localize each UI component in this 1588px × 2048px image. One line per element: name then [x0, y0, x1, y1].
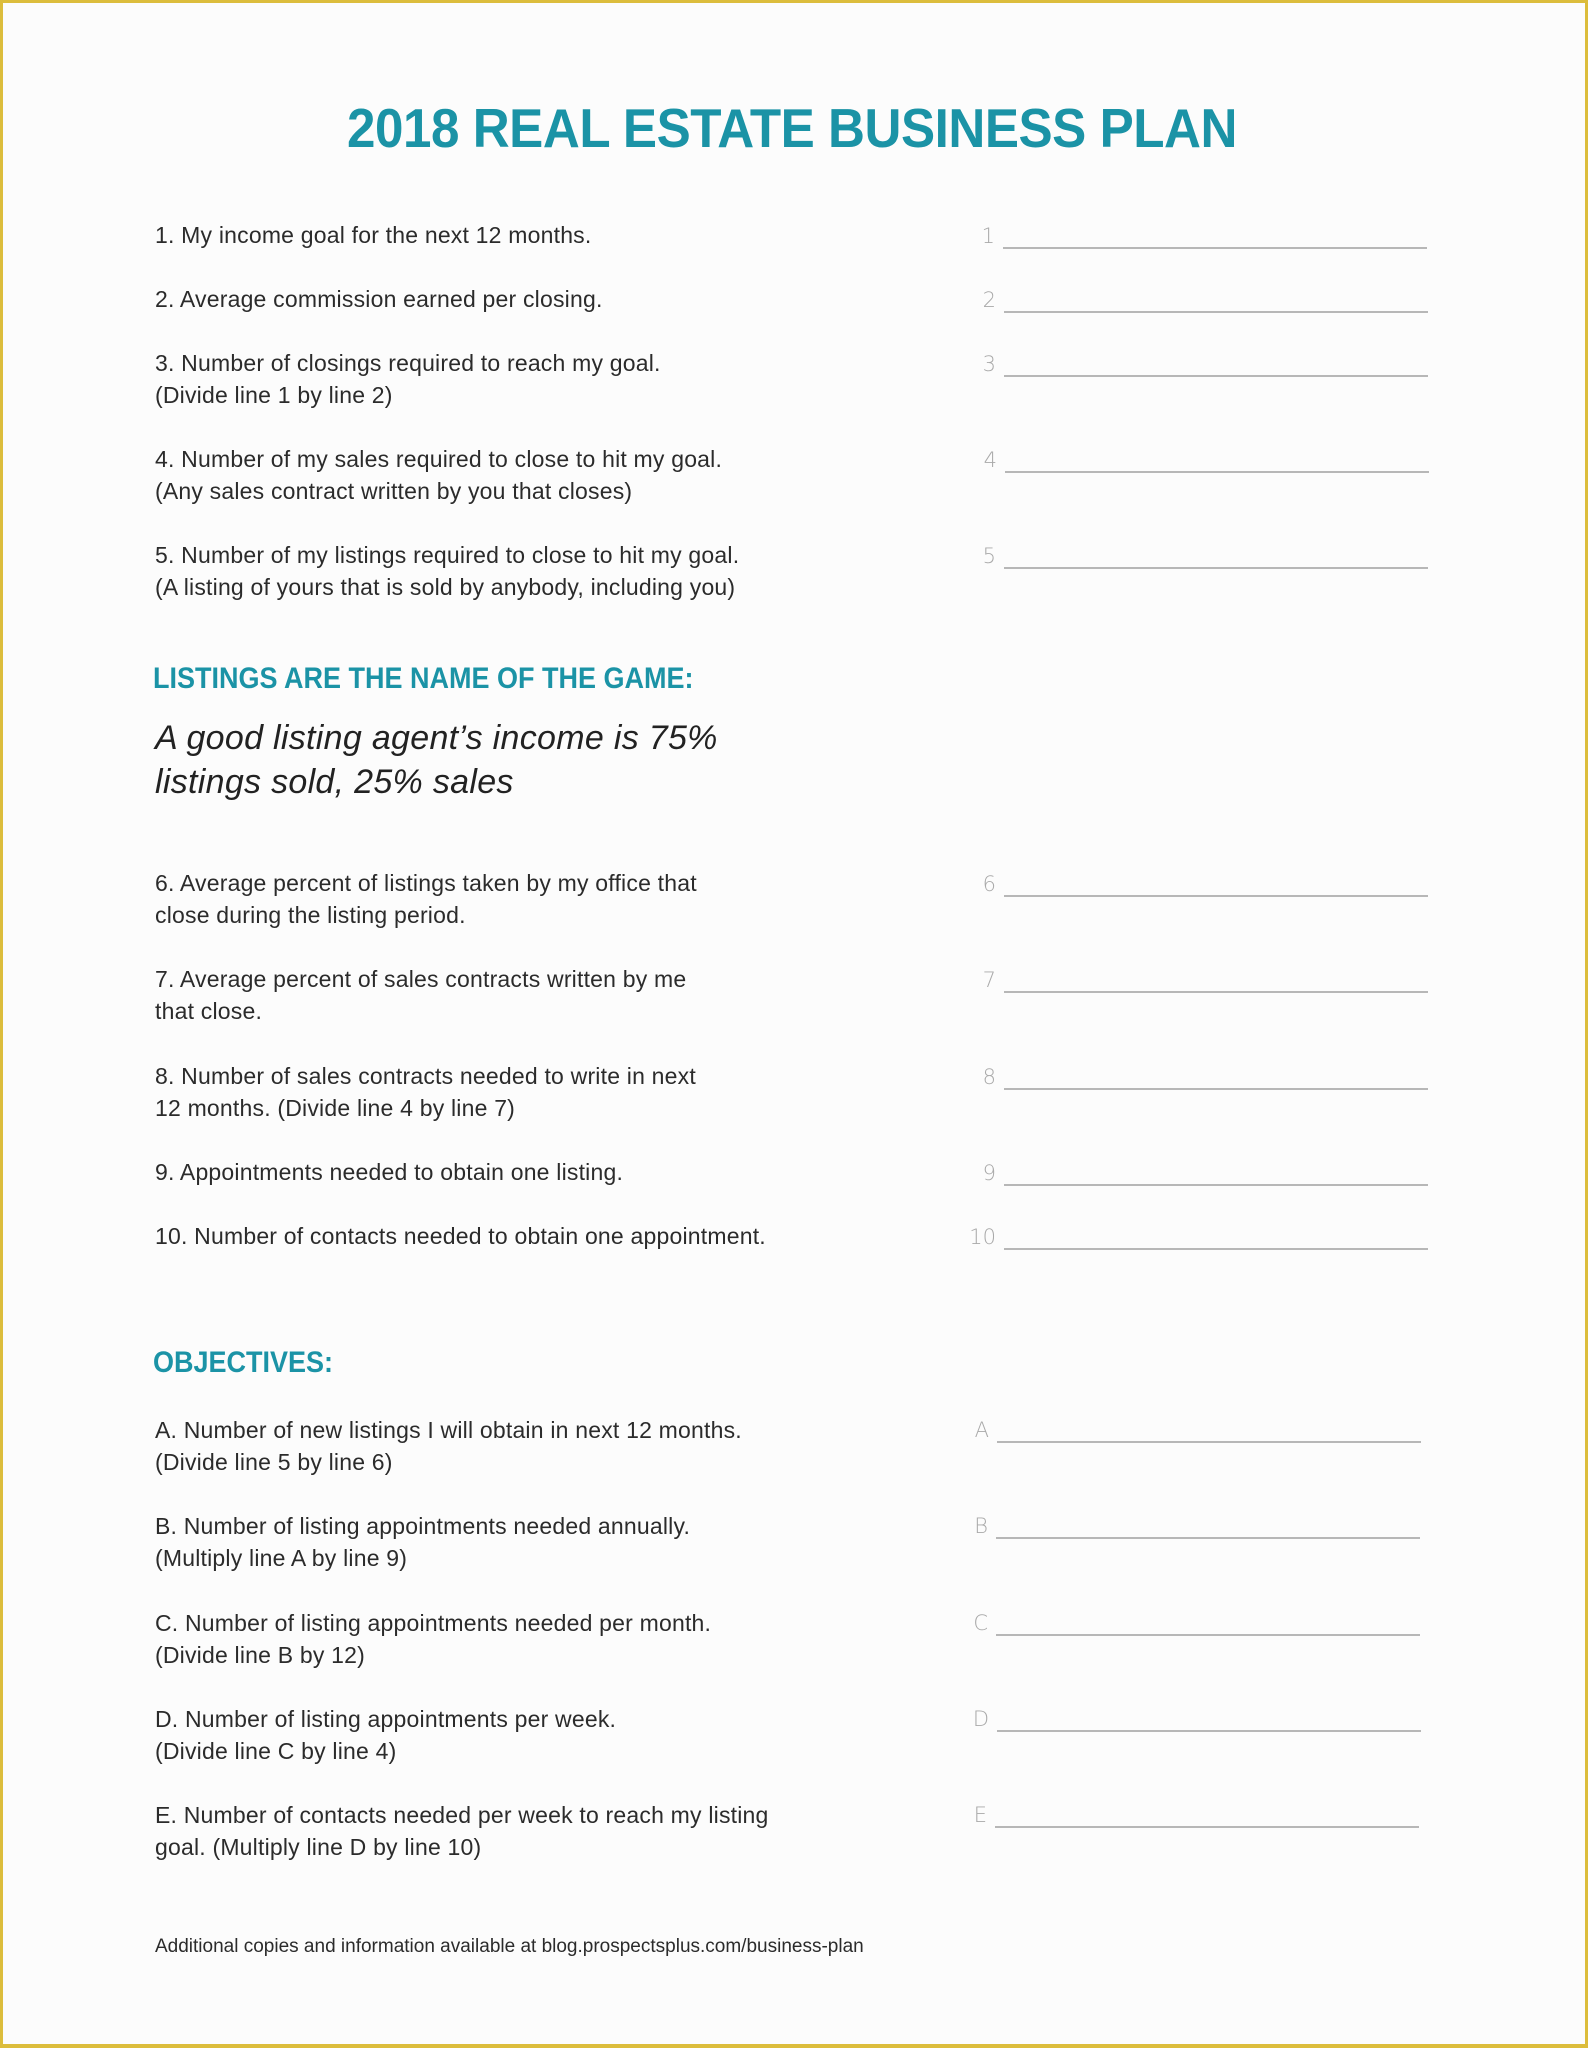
footer-note: Additional copies and information availa…: [155, 1936, 864, 1957]
question-text: 9. Appointments needed to obtain one lis…: [155, 1159, 624, 1185]
answer-row-9: 9: [966, 1150, 1428, 1186]
answer-field-d[interactable]: [997, 1730, 1421, 1732]
answer-field-7[interactable]: [1004, 991, 1428, 993]
question-text: 5. Number of my listings required to clo…: [155, 542, 740, 568]
listing-quote: A good listing agent’s income is 75% lis…: [155, 716, 718, 804]
objective-instruction: (Divide line 5 by line 6): [155, 1449, 393, 1475]
answer-label: 10: [969, 1225, 996, 1249]
answer-field-10[interactable]: [1004, 1248, 1428, 1250]
answer-field-1[interactable]: [1003, 247, 1427, 249]
page-title: 2018 REAL ESTATE BUSINESS PLAN: [347, 97, 1237, 159]
question-10: 10. Number of contacts needed to obtain …: [155, 1220, 935, 1252]
answer-row-1: 1: [965, 213, 1427, 249]
answer-label: 6: [982, 872, 996, 896]
objective-instruction: goal. (Multiply line D by line 10): [155, 1834, 482, 1860]
question-text: 2. Average commission earned per closing…: [155, 286, 603, 312]
question-instruction: (A listing of yours that is sold by anyb…: [155, 574, 736, 600]
question-2: 2. Average commission earned per closing…: [155, 283, 935, 315]
quote-line: listings sold, 25% sales: [155, 763, 514, 801]
answer-field-4[interactable]: [1005, 471, 1429, 473]
answer-row-3: 3: [966, 341, 1428, 377]
answer-row-e: E: [957, 1792, 1419, 1828]
answer-row-6: 6: [966, 861, 1428, 897]
answer-row-a: A: [959, 1407, 1421, 1443]
answer-label: C: [973, 1611, 988, 1635]
answer-label: B: [974, 1514, 988, 1538]
objective-text: D. Number of listing appointments per we…: [155, 1706, 617, 1732]
answer-row-7: 7: [966, 957, 1428, 993]
answer-field-c[interactable]: [996, 1634, 1420, 1636]
answer-row-5: 5: [966, 533, 1428, 569]
answer-label: 3: [982, 352, 996, 376]
answer-label: 8: [982, 1065, 996, 1089]
question-4: 4. Number of my sales required to close …: [155, 443, 935, 507]
question-text: 1. My income goal for the next 12 months…: [155, 222, 592, 248]
question-text: 6. Average percent of listings taken by …: [155, 870, 697, 896]
answer-row-b: B: [958, 1503, 1420, 1539]
question-5: 5. Number of my listings required to clo…: [155, 539, 935, 603]
answer-field-a[interactable]: [997, 1441, 1421, 1443]
answer-row-c: C: [958, 1600, 1420, 1636]
objective-instruction: (Divide line B by 12): [155, 1642, 366, 1668]
answer-field-5[interactable]: [1004, 567, 1428, 569]
answer-field-b[interactable]: [996, 1537, 1420, 1539]
objective-a: A. Number of new listings I will obtain …: [155, 1414, 935, 1478]
answer-field-8[interactable]: [1004, 1088, 1428, 1090]
answer-field-2[interactable]: [1004, 311, 1428, 313]
objective-e: E. Number of contacts needed per week to…: [155, 1799, 935, 1863]
question-text: 3. Number of closings required to reach …: [155, 350, 661, 376]
question-text: 8. Number of sales contracts needed to w…: [155, 1063, 696, 1089]
answer-field-6[interactable]: [1004, 895, 1428, 897]
question-instruction: 12 months. (Divide line 4 by line 7): [155, 1095, 516, 1121]
answer-label: 7: [982, 968, 996, 992]
objective-text: C. Number of listing appointments needed…: [155, 1610, 712, 1636]
answer-label: 9: [982, 1161, 996, 1185]
objective-d: D. Number of listing appointments per we…: [155, 1703, 935, 1767]
objective-b: B. Number of listing appointments needed…: [155, 1510, 935, 1574]
answer-label: D: [972, 1707, 989, 1731]
objective-instruction: (Divide line C by line 4): [155, 1738, 397, 1764]
question-1: 1. My income goal for the next 12 months…: [155, 219, 935, 251]
answer-field-e[interactable]: [995, 1826, 1419, 1828]
quote-line: A good listing agent’s income is 75%: [155, 719, 718, 757]
question-8: 8. Number of sales contracts needed to w…: [155, 1060, 935, 1124]
answer-field-9[interactable]: [1004, 1184, 1428, 1186]
answer-row-8: 8: [966, 1054, 1428, 1090]
answer-label: E: [973, 1803, 987, 1827]
question-text: 7. Average percent of sales contracts wr…: [155, 966, 687, 992]
question-9: 9. Appointments needed to obtain one lis…: [155, 1156, 935, 1188]
objective-instruction: (Multiply line A by line 9): [155, 1545, 408, 1571]
answer-row-d: D: [959, 1696, 1421, 1732]
answer-label: 5: [982, 544, 996, 568]
question-6: 6. Average percent of listings taken by …: [155, 867, 935, 931]
answer-row-10: 10: [966, 1214, 1428, 1250]
objective-text: E. Number of contacts needed per week to…: [155, 1802, 769, 1828]
question-7: 7. Average percent of sales contracts wr…: [155, 963, 935, 1027]
page: 2018 REAL ESTATE BUSINESS PLAN 1. My inc…: [0, 0, 1588, 2048]
question-3: 3. Number of closings required to reach …: [155, 347, 935, 411]
answer-label: 2: [982, 288, 996, 312]
answer-label: 4: [983, 448, 997, 472]
question-instruction: (Divide line 1 by line 2): [155, 382, 393, 408]
question-text: 4. Number of my sales required to close …: [155, 446, 723, 472]
question-text-cont: close during the listing period.: [155, 902, 466, 928]
objective-c: C. Number of listing appointments needed…: [155, 1607, 935, 1671]
section-heading-listings: LISTINGS ARE THE NAME OF THE GAME:: [153, 662, 694, 695]
answer-field-3[interactable]: [1004, 375, 1428, 377]
answer-row-2: 2: [966, 277, 1428, 313]
answer-row-4: 4: [967, 437, 1429, 473]
question-text: 10. Number of contacts needed to obtain …: [155, 1223, 766, 1249]
question-instruction: (Any sales contract written by you that …: [155, 478, 633, 504]
answer-label: 1: [981, 224, 995, 248]
answer-label: A: [974, 1418, 989, 1442]
question-text-cont: that close.: [155, 998, 263, 1024]
section-heading-objectives: OBJECTIVES:: [153, 1346, 334, 1379]
objective-text: B. Number of listing appointments needed…: [155, 1513, 691, 1539]
objective-text: A. Number of new listings I will obtain …: [155, 1417, 742, 1443]
